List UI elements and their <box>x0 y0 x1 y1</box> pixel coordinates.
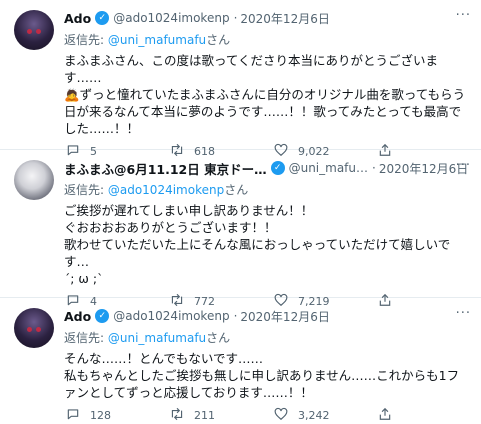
tweet-text: まふまふさん、この度は歌ってくださり本当にありがとうございます…… 🙇ずっと憧れ… <box>64 53 466 136</box>
share-button[interactable] <box>376 407 402 424</box>
reply-suffix: さん <box>206 331 231 345</box>
verified-badge-icon: ✓ <box>95 309 110 323</box>
reply-context: 返信先: @ado1024imokenpさん <box>64 181 471 198</box>
tweet-date[interactable]: 2020年12月6日 <box>240 308 329 325</box>
reply-to-link[interactable]: @ado1024imokenp <box>108 183 224 197</box>
reply-prefix: 返信先: <box>64 331 108 345</box>
more-options-icon[interactable]: ··· <box>456 8 471 23</box>
reply-to-link[interactable]: @uni_mafumafu <box>108 33 206 47</box>
more-options-icon[interactable]: ··· <box>456 306 471 321</box>
retweet-count: 211 <box>194 409 215 422</box>
separator-dot: · <box>233 11 238 25</box>
like-button[interactable]: 3,242 <box>272 407 376 424</box>
user-handle[interactable]: @uni_mafu… <box>289 161 368 175</box>
tweet[interactable]: まふまふ@6月11.12日 東京ドー… ✓ @uni_mafu… · 2020年… <box>0 150 481 308</box>
tweet[interactable]: Ado ✓ @ado1024imokenp · 2020年12月6日 ··· 返… <box>0 0 481 158</box>
verified-badge-icon: ✓ <box>270 161 285 175</box>
reply-context: 返信先: @uni_mafumafuさん <box>64 329 471 346</box>
tweet-header: Ado ✓ @ado1024imokenp · 2020年12月6日 <box>64 0 471 28</box>
tweet-text: ご挨拶が遅れてしまい申し訳ありません！！ ぐおおおおありがとうございます！！ 歌… <box>64 203 451 286</box>
retweet-icon <box>168 407 186 424</box>
tweet[interactable]: Ado ✓ @ado1024imokenp · 2020年12月6日 ··· 返… <box>0 298 481 422</box>
reply-icon <box>64 407 82 424</box>
reply-count: 128 <box>90 409 111 422</box>
avatar[interactable] <box>14 308 54 348</box>
retweet-button[interactable]: 211 <box>168 407 272 424</box>
display-name[interactable]: Ado <box>64 11 91 26</box>
tweet-date[interactable]: 2020年12月6日 <box>240 10 329 27</box>
reply-prefix: 返信先: <box>64 183 108 197</box>
display-name[interactable]: まふまふ@6月11.12日 東京ドー… <box>64 159 267 178</box>
share-icon <box>376 407 394 424</box>
separator-dot: · <box>372 161 376 175</box>
avatar[interactable] <box>14 10 54 50</box>
avatar[interactable] <box>14 160 54 200</box>
user-handle[interactable]: @ado1024imokenp <box>113 11 229 25</box>
action-bar: 128 211 3,242 <box>64 407 471 424</box>
reply-button[interactable]: 128 <box>64 407 168 424</box>
tweet-text: そんな……！とんでもないです…… 私もちゃんとしたご挨拶も無しに申し訳ありません… <box>64 351 460 400</box>
reply-suffix: さん <box>206 33 231 47</box>
reply-suffix: さん <box>224 183 249 197</box>
display-name[interactable]: Ado <box>64 309 91 324</box>
like-count: 3,242 <box>298 409 330 422</box>
reply-prefix: 返信先: <box>64 33 108 47</box>
user-handle[interactable]: @ado1024imokenp <box>113 309 229 323</box>
verified-badge-icon: ✓ <box>95 11 110 25</box>
separator-dot: · <box>233 309 238 323</box>
more-options-icon[interactable]: ··· <box>456 158 471 173</box>
tweet-header: Ado ✓ @ado1024imokenp · 2020年12月6日 <box>64 298 471 326</box>
tweet-header: まふまふ@6月11.12日 東京ドー… ✓ @uni_mafu… · 2020年… <box>64 150 471 178</box>
reply-context: 返信先: @uni_mafumafuさん <box>64 31 471 48</box>
reply-to-link[interactable]: @uni_mafumafu <box>108 331 206 345</box>
heart-icon <box>272 407 290 424</box>
